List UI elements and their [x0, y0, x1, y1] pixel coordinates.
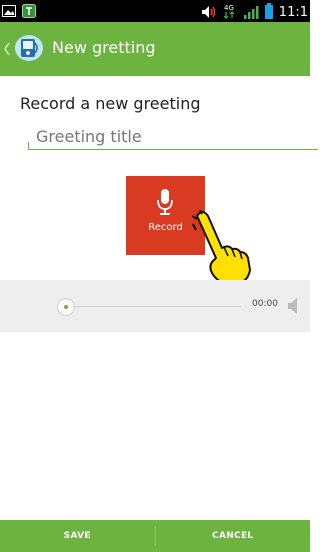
progress-track[interactable]	[75, 306, 241, 307]
save-button[interactable]: SAVE	[0, 520, 155, 552]
app-bar: New gretting	[0, 22, 310, 76]
svg-text:4G: 4G	[224, 4, 234, 12]
greeting-app-icon[interactable]	[14, 34, 44, 66]
audio-player: 00:00	[0, 280, 310, 332]
greeting-title-input[interactable]	[28, 123, 318, 150]
picture-icon	[2, 3, 16, 22]
notification-app-icon	[22, 3, 36, 22]
status-right-icons: 4G 11:1	[201, 3, 308, 23]
status-bar: 4G 11:1	[0, 0, 310, 22]
app-title: New gretting	[52, 38, 156, 57]
signal-icon	[243, 4, 259, 23]
network-type-icon: 4G	[223, 3, 237, 23]
input-underline-tick	[28, 142, 29, 150]
speaker-icon[interactable]	[287, 297, 299, 319]
back-chevron-icon[interactable]	[4, 41, 10, 60]
form-heading: Record a new greeting	[20, 94, 201, 113]
status-left-icons	[2, 3, 36, 22]
status-time: 11:1	[278, 5, 308, 20]
duration-readout: 00:00	[252, 299, 278, 309]
microphone-icon	[157, 189, 173, 218]
cancel-button[interactable]: CANCEL	[156, 520, 311, 552]
battery-icon	[264, 3, 273, 23]
playhead-dot	[64, 305, 68, 309]
bottom-action-bar: SAVE CANCEL	[0, 520, 310, 552]
volume-icon	[201, 4, 217, 23]
play-position-icon[interactable]	[57, 298, 75, 316]
